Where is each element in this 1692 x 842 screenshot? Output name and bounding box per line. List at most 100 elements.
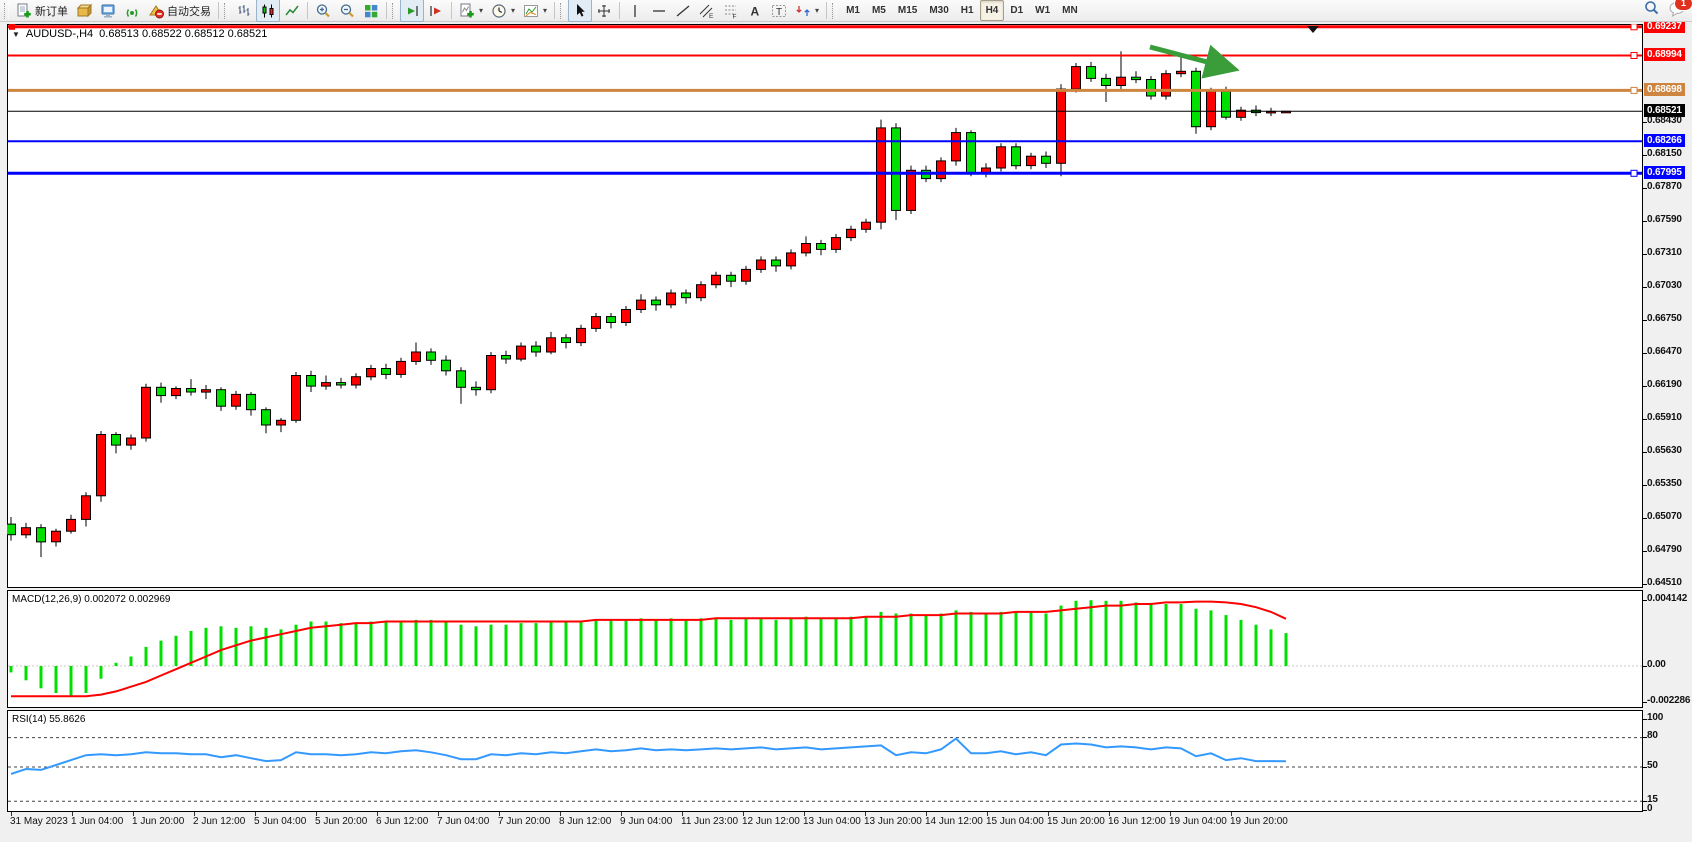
toolbar-grip: [832, 3, 837, 19]
macd-histogram-bar: [115, 663, 118, 666]
macd-histogram-bar: [970, 612, 973, 666]
text-label-button[interactable]: T: [767, 0, 791, 22]
new-order-button[interactable]: 新订单: [12, 0, 72, 22]
axis-tick-mark: [1643, 287, 1647, 288]
line-chart-mode-button[interactable]: [280, 0, 304, 22]
tile-windows-button[interactable]: [359, 0, 383, 22]
timeframe-m30[interactable]: M30: [923, 0, 954, 21]
axis-tick-label: 0.65070: [1647, 511, 1682, 522]
notifications-button[interactable]: 1: [1668, 0, 1686, 22]
macd-histogram-bar: [520, 623, 523, 666]
market-watch-button[interactable]: [72, 0, 96, 22]
timeframe-h1[interactable]: H1: [955, 0, 980, 21]
rsi-pane[interactable]: [7, 710, 1643, 812]
candle-body: [757, 260, 766, 269]
ohlc-bars-icon: [236, 3, 252, 19]
timeframe-m1[interactable]: M1: [840, 0, 866, 21]
candle-body: [367, 369, 376, 377]
trendline-button[interactable]: [671, 0, 695, 22]
cursor-button[interactable]: [568, 0, 592, 22]
axis-tick-label: 0.00: [1647, 659, 1666, 670]
candle-body: [1192, 71, 1201, 126]
candle-body: [1222, 91, 1231, 117]
macd-histogram-bar: [340, 623, 343, 666]
candle-body: [322, 383, 331, 387]
chart-shift-button[interactable]: [424, 0, 448, 22]
candle-body: [1012, 147, 1021, 166]
macd-histogram-bar: [1165, 604, 1168, 666]
auto-scroll-button[interactable]: [400, 0, 424, 22]
axis-tick-mark: [1643, 188, 1647, 189]
collapse-arrow-icon[interactable]: ▼: [12, 30, 20, 39]
macd-pane[interactable]: [7, 590, 1643, 708]
timeframe-m5[interactable]: M5: [866, 0, 892, 21]
timeframe-d1[interactable]: D1: [1004, 0, 1029, 21]
axis-tick-label: 0.67030: [1647, 280, 1682, 291]
vertical-line-button[interactable]: [623, 0, 647, 22]
line-handle[interactable]: [1631, 53, 1637, 59]
signals-button[interactable]: [120, 0, 144, 22]
macd-histogram-bar: [1030, 612, 1033, 666]
macd-histogram-bar: [265, 628, 268, 666]
zoom-in-button[interactable]: [311, 0, 335, 22]
period-button[interactable]: ▾: [487, 0, 519, 22]
new-order-icon: [16, 3, 32, 19]
auto-trading-button[interactable]: 自动交易: [144, 0, 215, 22]
candle-body: [487, 356, 496, 390]
text-button[interactable]: A: [743, 0, 767, 22]
axis-tick-mark: [1643, 600, 1647, 601]
macd-histogram-bar: [1180, 604, 1183, 666]
time-tick-label: 5 Jun 20:00: [315, 816, 367, 827]
horizontal-line-button[interactable]: [647, 0, 671, 22]
timeframe-w1[interactable]: W1: [1029, 0, 1056, 21]
macd-histogram-bar: [715, 618, 718, 666]
timeframe-h4[interactable]: H4: [980, 0, 1005, 21]
axis-tick-mark: [1643, 122, 1647, 123]
arrows-button[interactable]: ▾: [791, 0, 823, 22]
timeframe-m15[interactable]: M15: [892, 0, 923, 21]
macd-histogram-bar: [745, 618, 748, 666]
axis-tick-mark: [1643, 584, 1647, 585]
macd-histogram-bar: [775, 620, 778, 666]
candle-body: [1147, 80, 1156, 97]
indicators-icon: [459, 3, 475, 19]
main-price-pane[interactable]: [7, 24, 1643, 588]
candle-body: [1087, 67, 1096, 79]
symbol-header: ▼ AUDUSD-,H4 0.68513 0.68522 0.68512 0.6…: [12, 28, 267, 40]
crosshair-button[interactable]: [592, 0, 616, 22]
axis-tick-mark: [1643, 353, 1647, 354]
macd-histogram-bar: [1210, 610, 1213, 666]
templates-button[interactable]: ▾: [519, 0, 551, 22]
candle-body: [1207, 91, 1216, 126]
price-level-label: 0.68266: [1644, 134, 1685, 147]
macd-histogram-bar: [70, 666, 73, 696]
candle-body: [847, 229, 856, 237]
timeframe-mn[interactable]: MN: [1056, 0, 1084, 21]
axis-tick-label: 0.004142: [1647, 593, 1687, 604]
line-handle[interactable]: [1631, 24, 1637, 30]
fibonacci-button[interactable]: F: [719, 0, 743, 22]
line-handle[interactable]: [1631, 87, 1637, 93]
axis-tick-label: 0.66750: [1647, 313, 1682, 324]
macd-histogram-bar: [985, 614, 988, 667]
indicators-button[interactable]: ▾: [455, 0, 487, 22]
candle-body: [997, 147, 1006, 168]
macd-histogram-bar: [850, 617, 853, 666]
terminal-button[interactable]: [96, 0, 120, 22]
time-tick-label: 12 Jun 12:00: [742, 816, 800, 827]
axis-tick-label: 0.64510: [1647, 577, 1682, 588]
candlestick-icon: [260, 3, 276, 19]
equidistant-channel-button[interactable]: E: [695, 0, 719, 22]
candle-body: [127, 438, 136, 445]
macd-histogram-bar: [220, 626, 223, 666]
candlestick-mode-button[interactable]: [256, 0, 280, 22]
line-handle[interactable]: [1631, 170, 1637, 176]
bar-chart-mode-button[interactable]: [232, 0, 256, 22]
main-toolbar: 新订单 自动交易: [0, 0, 1692, 22]
axis-tick-mark: [1643, 485, 1647, 486]
price-axis[interactable]: 0.692370.689940.686980.682660.679950.685…: [1643, 22, 1692, 842]
candle-body: [622, 310, 631, 323]
macd-histogram-bar: [700, 618, 703, 666]
search-icon[interactable]: [1643, 0, 1660, 22]
zoom-out-button[interactable]: [335, 0, 359, 22]
